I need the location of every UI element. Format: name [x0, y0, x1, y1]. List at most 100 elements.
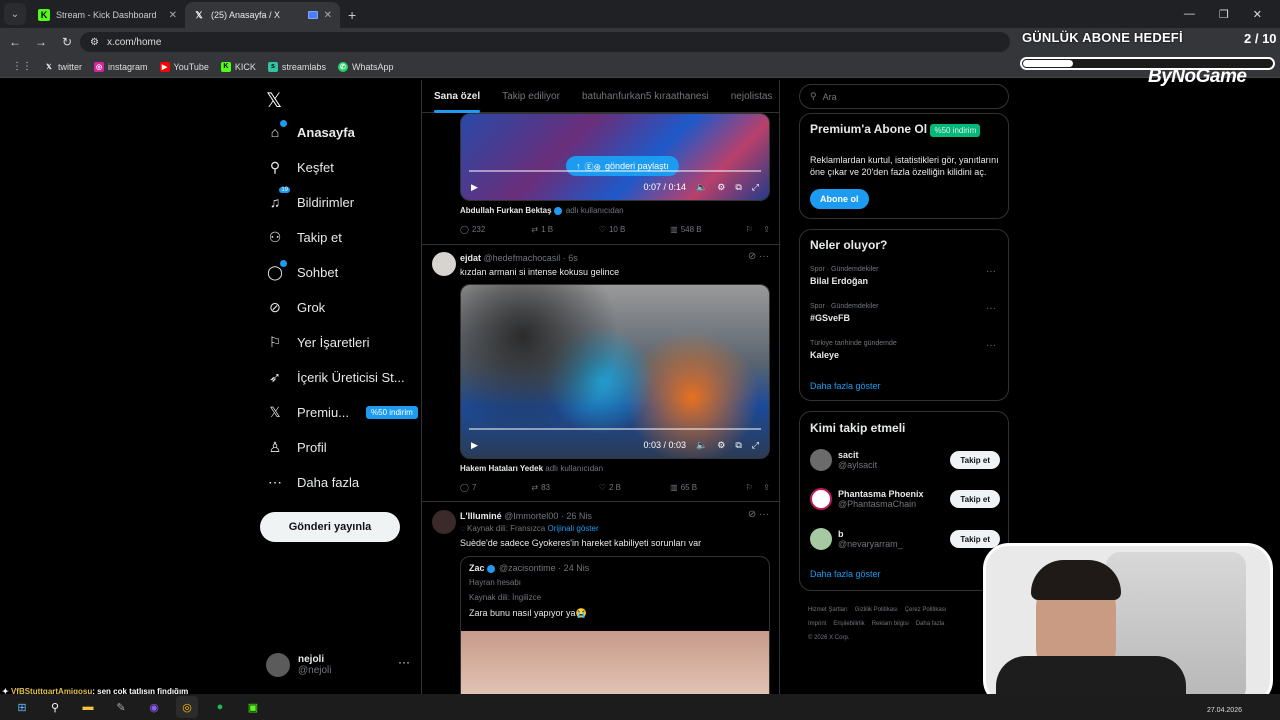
nav-bookmarks[interactable]: ⚐ Yer İşaretleri [266, 333, 370, 351]
like-button[interactable]: ♡ 10 B [599, 225, 670, 234]
more-options-icon[interactable]: ··· [398, 655, 410, 669]
new-tab-button[interactable]: + [348, 7, 356, 23]
video-player[interactable]: ▶ 0:03 / 0:03 🔈 ⚙ ⧉ ⤢ [460, 284, 770, 459]
more-icon[interactable]: ··· [986, 303, 996, 314]
reply-button[interactable]: ◯ 232 [460, 225, 531, 234]
tab-list[interactable]: nejolistas [731, 91, 773, 102]
app-icon[interactable]: ▣ [242, 696, 264, 718]
tab-kick-dashboard[interactable]: K Stream - Kick Dashboard ✕ [30, 2, 185, 28]
bookmark-icon[interactable]: ⚐ [745, 225, 763, 234]
nav-premium[interactable]: 𝕏 Premiu... %50 indirim [266, 403, 418, 421]
app-icon[interactable]: ✎ [110, 696, 132, 718]
video-attribution[interactable]: Abdullah Furkan Bektaş adlı kullanıcıdan [460, 206, 624, 215]
like-button[interactable]: ♡ 2 B [599, 483, 670, 492]
author-handle[interactable]: @hedefmachocasil · 6s [484, 253, 578, 263]
nav-creator-studio[interactable]: ➶ İçerik Üreticisi St... [266, 368, 405, 386]
volume-icon[interactable]: 🔈 [696, 182, 707, 193]
subscribe-button[interactable]: Abone ol [810, 189, 869, 209]
bookmark-twitter[interactable]: 𝕏twitter [44, 62, 82, 72]
search-input[interactable]: ⚲ Ara [799, 84, 1009, 109]
nav-chat[interactable]: ◯ Sohbet [266, 260, 338, 281]
site-info-icon[interactable]: ⚙ [90, 37, 99, 48]
close-window-icon[interactable]: ✕ [1253, 8, 1262, 21]
more-icon[interactable]: ··· [986, 340, 996, 351]
repost-button[interactable]: ⇄ 83 [531, 483, 598, 492]
bookmark-streamlabs[interactable]: s streamlabs [267, 61, 326, 72]
share-pill[interactable]: ↑ Ⓔ⊛ gönderi paylaştı [566, 156, 679, 176]
bookmark-kick[interactable]: K KICK [220, 61, 256, 72]
show-original-link[interactable]: Orijinali göster [548, 524, 599, 533]
follow-button[interactable]: Takip et [950, 530, 1000, 548]
follow-button[interactable]: Takip et [950, 451, 1000, 469]
play-icon[interactable]: ▶ [471, 182, 478, 193]
nav-more[interactable]: ⋯ Daha fazla [266, 473, 359, 491]
avatar[interactable] [432, 252, 456, 276]
maximize-icon[interactable]: ❐ [1219, 8, 1229, 21]
nav-notifications[interactable]: ♫ 19 Bildirimler [266, 187, 354, 211]
repost-button[interactable]: ⇄ 1 B [531, 225, 598, 234]
nav-explore[interactable]: ⚲ Keşfet [266, 158, 334, 176]
more-icon[interactable]: ··· [986, 266, 996, 277]
show-more-link[interactable]: Daha fazla göster [810, 381, 881, 391]
bookmark-youtube[interactable]: ▶ YouTube [159, 61, 209, 72]
post-button[interactable]: Gönderi yayınla [260, 512, 400, 542]
pip-icon[interactable]: ⧉ [735, 440, 741, 451]
author-handle[interactable]: @Immortel00 · 26 Nis [504, 511, 592, 521]
trend-item[interactable]: Spor · Gündemdekiler #GSveFB [810, 303, 878, 323]
volume-icon[interactable]: 🔈 [696, 440, 707, 451]
trend-item[interactable]: Türkiye tarihinde gündemde Kaleye [810, 340, 897, 360]
tab-list[interactable]: batuhanfurkan5 kıraathanesi [582, 91, 709, 102]
spotify-icon[interactable]: ● [209, 696, 231, 718]
account-switcher[interactable]: nejoli @nejoli ··· [266, 653, 410, 677]
views-button[interactable]: ▥ 65 B [670, 483, 745, 492]
file-explorer-icon[interactable]: ▬ [77, 696, 99, 718]
fullscreen-icon[interactable]: ⤢ [752, 440, 759, 451]
chrome-icon[interactable]: ◎ [176, 696, 198, 718]
tab-following[interactable]: Takip ediliyor [502, 91, 560, 102]
author-name[interactable]: ejdat [460, 253, 481, 263]
minimize-icon[interactable]: — [1184, 8, 1195, 20]
quoted-post[interactable]: Zac @zacisontime · 24 Nis Hayran hesabı … [460, 556, 770, 694]
follow-button[interactable]: Takip et [950, 490, 1000, 508]
post-menu[interactable]: ⊘ ··· [748, 251, 769, 262]
bookmark-whatsapp[interactable]: ✆ WhatsApp [337, 61, 393, 72]
play-icon[interactable]: ▶ [471, 440, 478, 451]
video-attribution[interactable]: Hakem Hataları Yedek adlı kullanıcıdan [460, 464, 603, 473]
bookmark-icon[interactable]: ⚐ [745, 483, 763, 492]
share-icon[interactable]: ⇪ [763, 483, 770, 492]
share-icon[interactable]: ⇪ [763, 225, 770, 234]
follow-suggestion[interactable]: Phantasma Phoenix @PhantasmaChain Takip et [810, 488, 1000, 510]
forward-icon[interactable]: → [30, 35, 52, 49]
bookmark-instagram[interactable]: ◎ instagram [94, 61, 148, 72]
x-logo-icon[interactable]: 𝕏 [266, 88, 282, 113]
tab-search-button[interactable]: ⌄ [4, 3, 26, 25]
reply-button[interactable]: ◯ 7 [460, 483, 531, 492]
back-icon[interactable]: ← [4, 35, 26, 49]
video-player[interactable]: ↑ Ⓔ⊛ gönderi paylaştı ▶ 0:07 / 0:14 🔈 ⚙ ⧉ ⤢ [460, 113, 770, 201]
search-icon[interactable]: ⚲ [44, 696, 66, 718]
avatar[interactable] [432, 510, 456, 534]
url-input[interactable]: ⚙ x.com/home [80, 32, 1010, 52]
show-more-link[interactable]: Daha fazla göster [810, 569, 881, 579]
nav-profile[interactable]: ♙ Profil [266, 438, 327, 456]
nav-follow[interactable]: ⚇ Takip et [266, 228, 342, 246]
pip-icon[interactable]: ⧉ [735, 182, 741, 193]
close-icon[interactable]: ✕ [324, 10, 332, 21]
author-name[interactable]: L'Illuminé [460, 511, 502, 521]
settings-icon[interactable]: ⚙ [717, 440, 725, 451]
reload-icon[interactable]: ↻ [56, 35, 78, 49]
follow-suggestion[interactable]: b @nevaryarram_ Takip et [810, 528, 1000, 550]
windows-start-icon[interactable]: ⊞ [11, 696, 33, 718]
close-icon[interactable]: ✕ [169, 10, 177, 21]
views-button[interactable]: ▥ 548 B [670, 225, 745, 234]
discord-icon[interactable]: ◉ [143, 696, 165, 718]
trend-item[interactable]: Spor · Gündemdekiler Bilal Erdoğan [810, 266, 878, 286]
tab-for-you[interactable]: Sana özel [434, 91, 481, 113]
tab-x-home[interactable]: 𝕏 (25) Anasayfa / X ✕ [185, 2, 340, 28]
nav-home[interactable]: ⌂ Anasayfa [266, 120, 355, 141]
settings-icon[interactable]: ⚙ [717, 182, 725, 193]
nav-grok[interactable]: ⊘ Grok [266, 298, 325, 316]
post-menu[interactable]: ⊘ ··· [748, 509, 769, 520]
quote-media[interactable] [461, 631, 769, 694]
follow-suggestion[interactable]: sacit @aylsacit Takip et [810, 449, 1000, 471]
